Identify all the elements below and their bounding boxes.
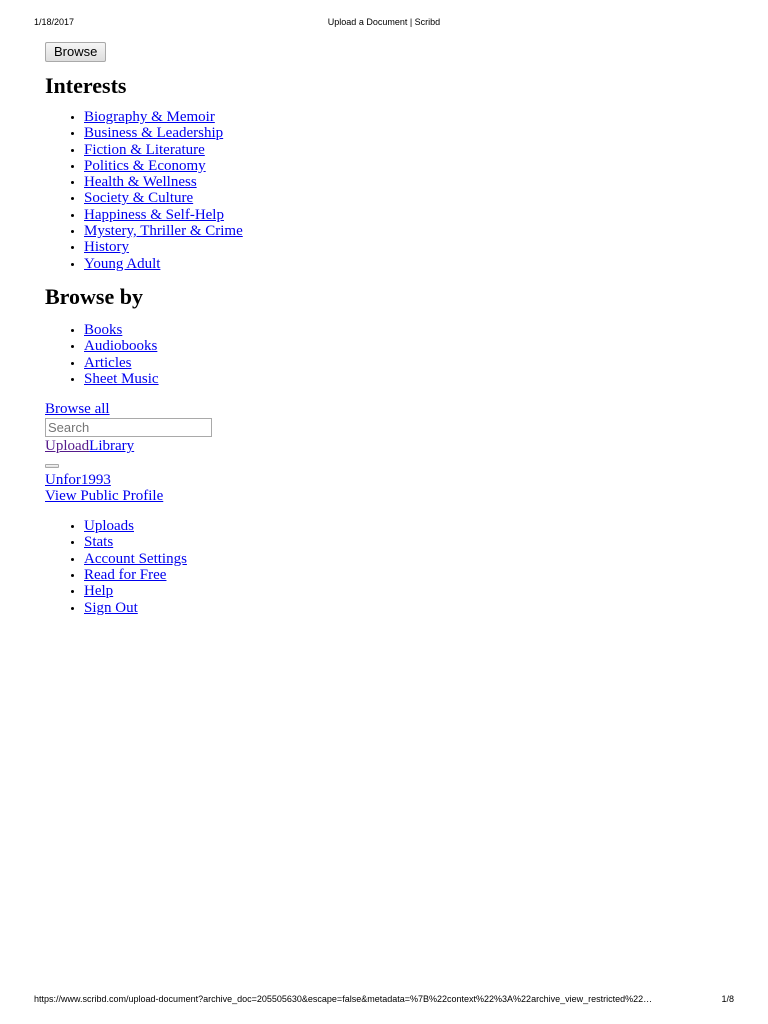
browse-by-link-audiobooks[interactable]: Audiobooks [84, 338, 157, 354]
list-item: Stats [84, 534, 725, 550]
upload-library-line: UploadLibrary [45, 438, 725, 454]
list-item: Society & Culture [84, 190, 725, 206]
browse-by-link-books[interactable]: Books [84, 322, 122, 338]
browse-button[interactable]: Browse [45, 42, 107, 62]
account-link-read-for-free[interactable]: Read for Free [84, 567, 166, 583]
account-link-uploads[interactable]: Uploads [84, 518, 134, 534]
list-item: Mystery, Thriller & Crime [84, 223, 725, 239]
upload-link[interactable]: Upload [45, 438, 89, 454]
interest-link-mystery-thriller-crime[interactable]: Mystery, Thriller & Crime [84, 223, 243, 239]
list-item: Young Adult [84, 256, 725, 272]
browse-by-link-sheet-music[interactable]: Sheet Music [84, 371, 159, 387]
print-url: https://www.scribd.com/upload-document?a… [34, 994, 653, 1004]
interest-link-business-leadership[interactable]: Business & Leadership [84, 125, 223, 141]
interests-heading: Interests [45, 73, 127, 98]
account-link-stats[interactable]: Stats [84, 534, 113, 550]
browse-all-link[interactable]: Browse all [45, 401, 725, 417]
list-item: Account Settings [84, 551, 725, 567]
print-header: 1/18/2017 Upload a Document | Scribd [34, 17, 734, 31]
browse-by-link-articles[interactable]: Articles [84, 355, 131, 371]
list-item: Read for Free [84, 567, 725, 583]
list-item: Help [84, 583, 725, 599]
main-content: Browse Interests Biography & Memoir Busi… [45, 42, 725, 616]
list-item: Sheet Music [84, 371, 725, 387]
interest-link-history[interactable]: History [84, 239, 129, 255]
print-page-number: 1/8 [721, 994, 734, 1004]
library-link[interactable]: Library [89, 438, 134, 454]
interest-link-biography-memoir[interactable]: Biography & Memoir [84, 109, 215, 125]
user-menu-toggle-button[interactable] [45, 464, 59, 469]
list-item: Health & Wellness [84, 174, 725, 190]
interest-link-society-culture[interactable]: Society & Culture [84, 190, 193, 206]
interest-link-politics-economy[interactable]: Politics & Economy [84, 158, 206, 174]
list-item: History [84, 239, 725, 255]
interest-link-young-adult[interactable]: Young Adult [84, 256, 160, 272]
interest-link-fiction-literature[interactable]: Fiction & Literature [84, 142, 205, 158]
list-item: Uploads [84, 518, 725, 534]
interest-link-happiness-self-help[interactable]: Happiness & Self-Help [84, 207, 224, 223]
print-page-title: Upload a Document | Scribd [327, 17, 441, 27]
list-item: Business & Leadership [84, 125, 725, 141]
interests-list: Biography & Memoir Business & Leadership… [45, 109, 725, 272]
search-input[interactable] [45, 418, 212, 438]
username-link[interactable]: Unfor1993 [45, 472, 725, 488]
interest-link-health-wellness[interactable]: Health & Wellness [84, 174, 197, 190]
list-item: Politics & Economy [84, 158, 725, 174]
account-link-sign-out[interactable]: Sign Out [84, 600, 138, 616]
browse-by-list: Books Audiobooks Articles Sheet Music [45, 322, 725, 387]
printed-page: 1/18/2017 Upload a Document | Scribd Bro… [0, 0, 768, 1024]
list-item: Biography & Memoir [84, 109, 725, 125]
browse-by-heading: Browse by [45, 283, 143, 309]
list-item: Audiobooks [84, 338, 725, 354]
list-item: Fiction & Literature [84, 142, 725, 158]
account-link-help[interactable]: Help [84, 583, 113, 599]
print-footer: https://www.scribd.com/upload-document?a… [34, 994, 734, 1008]
view-public-profile-link[interactable]: View Public Profile [45, 488, 725, 504]
list-item: Books [84, 322, 725, 338]
list-item: Happiness & Self-Help [84, 207, 725, 223]
list-item: Articles [84, 355, 725, 371]
account-menu-list: Uploads Stats Account Settings Read for … [45, 518, 725, 616]
list-item: Sign Out [84, 600, 725, 616]
account-link-settings[interactable]: Account Settings [84, 551, 187, 567]
